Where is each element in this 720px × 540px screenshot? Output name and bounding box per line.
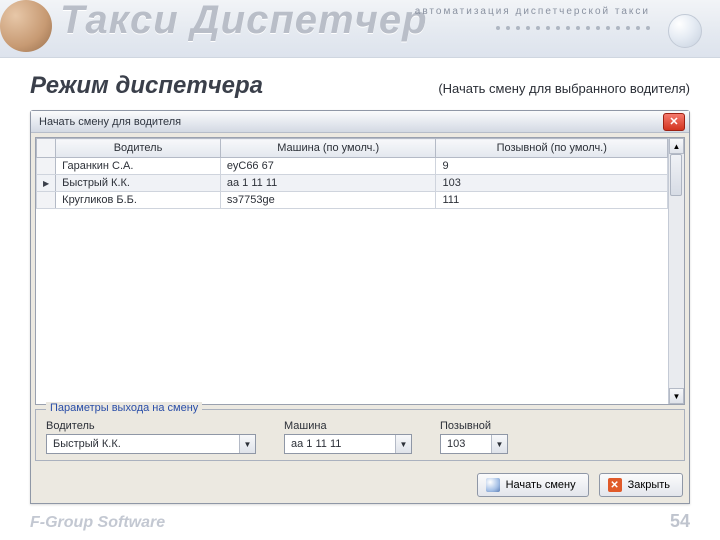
callsign-combo[interactable]: 103 ▼ — [440, 434, 508, 454]
dialog-title: Начать смену для водителя — [39, 116, 181, 128]
cell-callsign: 9 — [436, 158, 668, 175]
scroll-thumb[interactable] — [670, 154, 682, 196]
row-indicator-header — [37, 139, 56, 158]
car-combo[interactable]: аа 1 11 11 ▼ — [284, 434, 412, 454]
scroll-down-button[interactable]: ▼ — [669, 388, 684, 404]
chevron-down-icon[interactable]: ▼ — [239, 435, 255, 453]
app-header: Такси Диспетчер автоматизация диспетчерс… — [0, 0, 720, 58]
car-value: аа 1 11 11 — [285, 438, 395, 450]
row-indicator — [37, 158, 56, 175]
shift-params-legend: Параметры выхода на смену — [46, 402, 202, 414]
app-subtitle: автоматизация диспетчерской такси — [415, 6, 650, 17]
col-driver[interactable]: Водитель — [56, 139, 221, 158]
cell-car: еуС66 67 — [220, 158, 436, 175]
col-car[interactable]: Машина (по умолч.) — [220, 139, 436, 158]
close-button[interactable]: ✕ Закрыть — [599, 473, 683, 497]
close-icon: ✕ — [669, 115, 678, 128]
footer-page-number: 54 — [670, 511, 690, 532]
close-icon: ✕ — [608, 478, 622, 492]
col-callsign[interactable]: Позывной (по умолч.) — [436, 139, 668, 158]
cell-driver: Кругликов Б.Б. — [56, 192, 221, 209]
shift-params-group: Параметры выхода на смену Водитель Быстр… — [35, 409, 685, 461]
start-shift-button[interactable]: Начать смену — [477, 473, 589, 497]
footer-brand: F-Group Software — [30, 514, 165, 532]
scroll-track[interactable] — [669, 154, 684, 388]
avatar — [0, 0, 52, 52]
cell-driver: Быстрый К.К. — [56, 175, 221, 192]
dialog-close-button[interactable]: ✕ — [663, 113, 685, 131]
drivers-table[interactable]: Водитель Машина (по умолч.) Позывной (по… — [36, 138, 668, 209]
header-dots — [496, 26, 650, 30]
table-row[interactable]: Кругликов Б.Б.sэ7753ge111 — [37, 192, 668, 209]
callsign-label: Позывной — [440, 420, 508, 432]
page-subtitle: (Начать смену для выбранного водителя) — [438, 81, 690, 96]
table-scrollbar[interactable]: ▲ ▼ — [668, 138, 684, 404]
scroll-up-button[interactable]: ▲ — [669, 138, 684, 154]
drivers-table-container: Водитель Машина (по умолч.) Позывной (по… — [35, 137, 685, 405]
driver-combo[interactable]: Быстрый К.К. ▼ — [46, 434, 256, 454]
start-icon — [486, 478, 500, 492]
page-title: Режим диспетчера — [30, 72, 263, 100]
cell-callsign: 103 — [436, 175, 668, 192]
chevron-down-icon[interactable]: ▼ — [395, 435, 411, 453]
driver-value: Быстрый К.К. — [47, 438, 239, 450]
chevron-down-icon[interactable]: ▼ — [491, 435, 507, 453]
callsign-value: 103 — [441, 438, 491, 450]
cell-callsign: 111 — [436, 192, 668, 209]
table-row[interactable]: Гаранкин С.А.еуС66 679 — [37, 158, 668, 175]
app-title: Такси Диспетчер — [60, 0, 428, 43]
driver-label: Водитель — [46, 420, 256, 432]
cell-driver: Гаранкин С.А. — [56, 158, 221, 175]
start-shift-dialog: Начать смену для водителя ✕ Водитель Маш… — [30, 110, 690, 504]
header-orb-icon — [668, 14, 702, 48]
row-indicator — [37, 175, 56, 192]
cell-car: sэ7753ge — [220, 192, 436, 209]
car-label: Машина — [284, 420, 412, 432]
dialog-titlebar: Начать смену для водителя ✕ — [31, 111, 689, 133]
table-row[interactable]: Быстрый К.К.аа 1 11 11103 — [37, 175, 668, 192]
row-indicator — [37, 192, 56, 209]
cell-car: аа 1 11 11 — [220, 175, 436, 192]
